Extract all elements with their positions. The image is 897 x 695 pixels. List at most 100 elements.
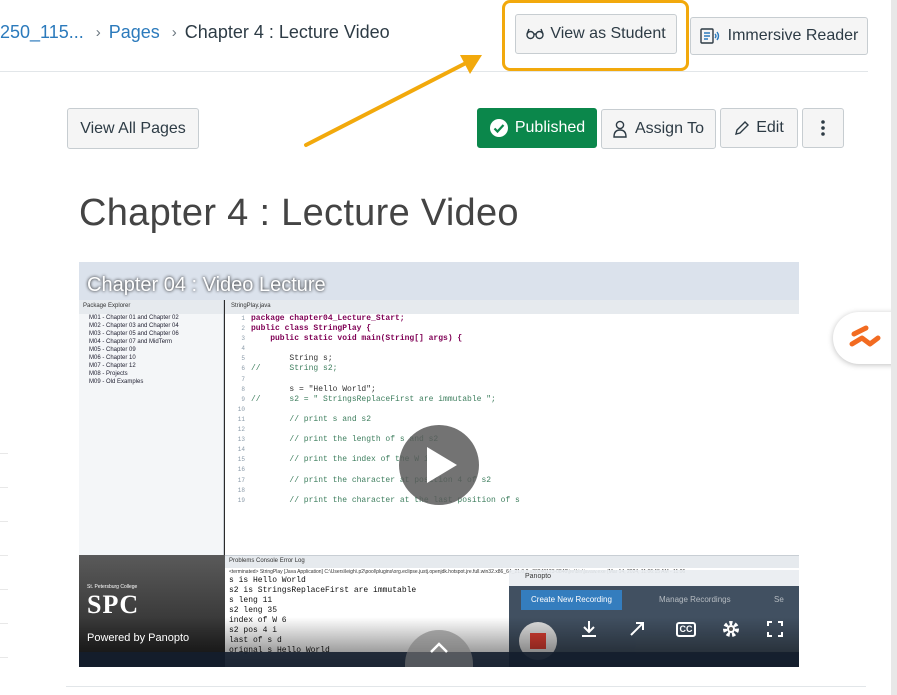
code-text: // print the character at the last posit…: [251, 495, 520, 505]
fullscreen-icon: [767, 621, 783, 637]
code-line: 5 String s;: [225, 354, 799, 364]
code-line: 15 // print the index of the W in: [225, 455, 799, 465]
left-edge-item: [0, 624, 8, 658]
code-text: public static void main(String[] args) {: [251, 334, 463, 344]
code-text: package chapter04_Lecture_Start;: [251, 314, 405, 323]
panopto-header: Panopto: [509, 570, 799, 586]
view-all-pages-button[interactable]: View All Pages: [67, 108, 199, 149]
package-explorer-header: Package Explorer: [79, 300, 223, 314]
video-player[interactable]: Chapter 04 : Video Lecture Package Explo…: [79, 262, 799, 667]
left-edge-item: [0, 488, 8, 522]
code-lines: 1 package chapter04_Lecture_Start; 2 public…: [225, 314, 799, 506]
play-button[interactable]: [399, 425, 479, 505]
line-number: 15: [237, 456, 245, 464]
panopto-settings-tab: Se: [774, 595, 784, 604]
code-line: 1 package chapter04_Lecture_Start;: [225, 314, 799, 324]
package-item: M04 - Chapter 07 and MidTerm: [89, 339, 173, 345]
line-number: 17: [237, 476, 245, 484]
code-text: s = "Hello World";: [251, 384, 376, 394]
view-all-pages-label: View All Pages: [80, 119, 186, 137]
spc-logo: SPC: [87, 590, 140, 619]
code-line: 7: [225, 375, 799, 385]
code-line: 4: [225, 344, 799, 354]
package-item: M01 - Chapter 01 and Chapter 02: [89, 315, 179, 321]
published-button[interactable]: Published: [477, 108, 597, 148]
edit-button[interactable]: Edit: [720, 108, 798, 148]
kebab-menu-icon: [821, 120, 825, 136]
package-item: M06 - Chapter 10: [89, 355, 136, 361]
breadcrumb-course-link[interactable]: 250_115...: [0, 22, 84, 43]
code-line: 3 public static void main(String[] args)…: [225, 334, 799, 344]
published-label: Published: [514, 119, 586, 136]
code-line: 17 // print the character at position 4 …: [225, 476, 799, 486]
line-number: 19: [237, 496, 245, 504]
immersive-reader-label: Immersive Reader: [727, 27, 859, 44]
captions-button[interactable]: CC: [674, 618, 698, 640]
line-number: 5: [241, 355, 245, 363]
line-number: 7: [241, 375, 245, 383]
line-number: 8: [241, 385, 245, 393]
download-button[interactable]: [577, 618, 601, 640]
content-bottom-divider: [66, 686, 866, 687]
code-text: // print s and s2: [251, 414, 372, 424]
left-edge-item: [0, 556, 8, 590]
code-text: public class StringPlay {: [251, 324, 372, 334]
code-line: 10: [225, 405, 799, 415]
code-line: 16: [225, 465, 799, 475]
code-text: // String s2;: [251, 364, 338, 374]
page-scrollbar[interactable]: [891, 0, 897, 695]
left-edge-item: [0, 454, 8, 488]
panopto-manage-tab: Manage Recordings: [659, 595, 731, 604]
code-line: 2 public class StringPlay {: [225, 324, 799, 334]
breadcrumb: 250_115... › Pages › Chapter 4 : Lecture…: [0, 22, 390, 43]
line-number: 9: [241, 395, 245, 403]
code-line: 9 // s2 = " StringsReplaceFirst are immut…: [225, 395, 799, 405]
cc-icon: CC: [676, 621, 696, 637]
package-explorer: Package Explorer M01 - Chapter 01 and Ch…: [79, 300, 224, 555]
code-line: 14: [225, 445, 799, 455]
code-text: // s2 = " StringsReplaceFirst are immuta…: [251, 394, 496, 404]
pencil-icon: [735, 121, 750, 135]
immersive-reader-button[interactable]: Immersive Reader: [690, 17, 868, 55]
line-number: 3: [241, 335, 245, 343]
left-edge-item: [0, 590, 8, 624]
breadcrumb-separator-icon: ›: [171, 24, 177, 41]
package-item: M08 - Projects: [89, 371, 128, 377]
open-external-button[interactable]: [625, 618, 649, 640]
external-link-icon: [630, 622, 644, 636]
code-text: String s;: [251, 354, 333, 364]
immersive-reader-icon: [699, 28, 719, 44]
user-assign-icon: [613, 120, 627, 138]
line-number: 14: [237, 446, 245, 454]
highlight-annotation: [502, 0, 689, 71]
annotation-arrow-icon: [304, 55, 482, 147]
powered-by-panopto: Powered by Panopto: [87, 632, 190, 644]
code-line: 19 // print the character at the last po…: [225, 496, 799, 506]
line-number: 16: [237, 466, 245, 474]
line-number: 10: [237, 405, 245, 413]
line-number: 11: [237, 415, 245, 423]
breadcrumb-pages-link[interactable]: Pages: [109, 22, 160, 43]
page-title: Chapter 4 : Lecture Video: [79, 192, 519, 234]
more-options-button[interactable]: [802, 108, 844, 148]
canvas-page: 250_115... › Pages › Chapter 4 : Lecture…: [0, 0, 897, 695]
accessibility-side-button[interactable]: [833, 312, 897, 364]
video-title: Chapter 04 : Video Lecture: [87, 274, 326, 296]
code-line: 6 // String s2;: [225, 364, 799, 374]
chevron-up-icon: [430, 642, 448, 653]
assign-to-button[interactable]: Assign To: [601, 109, 716, 149]
assign-to-label: Assign To: [634, 120, 705, 137]
code-editor: StringPlay.java 1 package chapter04_Lectu…: [225, 300, 799, 555]
code-line: 8 s = "Hello World";: [225, 385, 799, 395]
package-item: M09 - Old Examples: [89, 379, 144, 385]
package-item: M03 - Chapter 05 and Chapter 06: [89, 331, 179, 337]
settings-button[interactable]: [719, 618, 743, 640]
fullscreen-button[interactable]: [763, 618, 787, 640]
assistant-logo-icon: [849, 325, 881, 347]
package-item: M02 - Chapter 03 and Chapter 04: [89, 323, 179, 329]
panopto-create-tab: Create New Recording: [521, 590, 622, 610]
code-line: 11 // print s and s2: [225, 415, 799, 425]
line-number: 2: [241, 325, 245, 333]
line-number: 13: [237, 436, 245, 444]
line-number: 18: [237, 486, 245, 494]
